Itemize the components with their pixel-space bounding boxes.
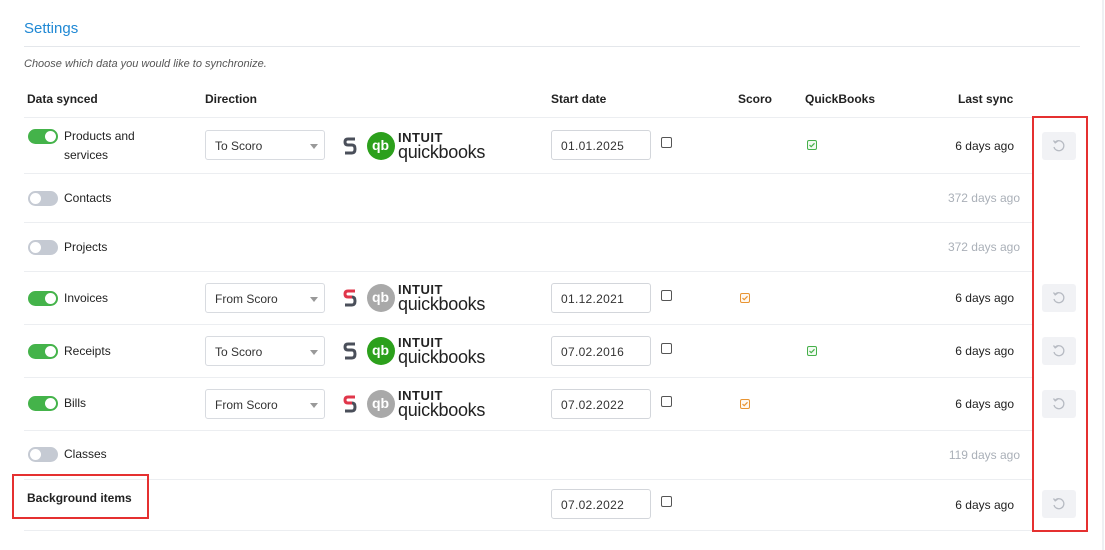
direction-select-invoices[interactable]: From Scoro <box>205 283 325 313</box>
sync-toggle-projects[interactable] <box>28 240 58 255</box>
row-label-invoices: Invoices <box>64 291 109 305</box>
quickbooks-wordmark: quickbooks <box>398 142 486 162</box>
last-sync-projects: 372 days ago <box>947 240 1020 254</box>
direction-select-products[interactable]: To Scoro <box>205 130 325 160</box>
scoro-check-icon <box>740 293 750 303</box>
toggle-knob <box>45 346 56 357</box>
sync-toggle-invoices[interactable] <box>28 291 58 306</box>
header-data-synced: Data synced <box>27 92 98 106</box>
start-date-checkbox[interactable] <box>661 137 672 148</box>
start-date-value: 01.01.2025 <box>561 139 625 153</box>
start-date-input-receipts[interactable]: 07.02.2016 <box>551 336 651 366</box>
toggle-knob <box>30 449 41 460</box>
toggle-knob <box>30 193 41 204</box>
qb-mark-text: qb <box>372 342 390 358</box>
scoro-logo-icon <box>343 342 357 360</box>
scoro-logo-icon <box>343 137 357 155</box>
start-date-checkbox[interactable] <box>661 496 672 507</box>
last-sync-invoices: 6 days ago <box>955 291 1014 305</box>
last-sync-bills: 6 days ago <box>955 397 1014 411</box>
quickbooks-mark-icon: qb <box>367 337 395 365</box>
quickbooks-check-icon <box>807 346 817 356</box>
header-direction: Direction <box>205 92 258 106</box>
chevron-down-icon <box>310 403 318 408</box>
title-divider <box>24 46 1080 47</box>
toggle-knob <box>45 131 56 142</box>
start-date-input-invoices[interactable]: 01.12.2021 <box>551 283 651 313</box>
highlight-background-items <box>12 474 149 519</box>
last-sync-classes: 119 days ago <box>948 448 1020 462</box>
quickbooks-wordmark: quickbooks <box>398 347 486 367</box>
sync-toggle-classes[interactable] <box>28 447 58 462</box>
row-label-bills: Bills <box>64 396 87 410</box>
page-subtitle: Choose which data you would like to sync… <box>24 58 267 70</box>
quickbooks-check-icon <box>807 140 817 150</box>
direction-value: From Scoro <box>215 398 278 412</box>
quickbooks-mark-icon: qb <box>367 390 395 418</box>
qb-mark-text: qb <box>372 137 390 153</box>
start-date-value: 07.02.2016 <box>561 345 625 359</box>
direction-select-bills[interactable]: From Scoro <box>205 389 325 419</box>
direction-value: From Scoro <box>215 292 278 306</box>
row-label-classes: Classes <box>64 447 107 461</box>
row-divider <box>24 430 1034 431</box>
quickbooks-wordmark: quickbooks <box>398 294 486 314</box>
toggle-knob <box>45 293 56 304</box>
start-date-input-products[interactable]: 01.01.2025 <box>551 130 651 160</box>
start-date-input-background[interactable]: 07.02.2022 <box>551 489 651 519</box>
qb-mark-text: qb <box>372 395 390 411</box>
start-date-value: 01.12.2021 <box>561 292 625 306</box>
row-divider <box>24 530 1034 531</box>
row-label-contacts: Contacts <box>64 191 112 205</box>
header-quickbooks: QuickBooks <box>805 92 876 106</box>
row-divider <box>24 117 1034 118</box>
header-last-sync: Last sync <box>958 92 1014 106</box>
chevron-down-icon <box>310 144 318 149</box>
chevron-down-icon <box>310 297 318 302</box>
row-divider <box>24 271 1034 272</box>
row-divider <box>24 377 1034 378</box>
last-sync-contacts: 372 days ago <box>947 191 1020 205</box>
last-sync-background: 6 days ago <box>955 498 1014 512</box>
sync-toggle-receipts[interactable] <box>28 344 58 359</box>
start-date-value: 07.02.2022 <box>561 398 625 412</box>
start-date-checkbox[interactable] <box>661 290 672 301</box>
direction-select-receipts[interactable]: To Scoro <box>205 336 325 366</box>
direction-value: To Scoro <box>215 345 263 359</box>
start-date-checkbox[interactable] <box>661 396 672 407</box>
row-label-receipts: Receipts <box>64 344 111 358</box>
qb-mark-text: qb <box>372 289 390 305</box>
row-label-projects: Projects <box>64 240 108 254</box>
last-sync-products: 6 days ago <box>955 139 1014 153</box>
start-date-value: 07.02.2022 <box>561 498 625 512</box>
highlight-reset-column <box>1032 116 1088 532</box>
row-label-products-line2: services <box>64 148 109 162</box>
scoro-logo-icon <box>343 395 357 413</box>
sync-toggle-products[interactable] <box>28 129 58 144</box>
chevron-down-icon <box>310 350 318 355</box>
sync-settings-page: Settings Choose which data you would lik… <box>0 0 1105 550</box>
quickbooks-mark-icon: qb <box>367 132 395 160</box>
sync-toggle-bills[interactable] <box>28 396 58 411</box>
panel-edge <box>1102 0 1104 550</box>
toggle-knob <box>45 398 56 409</box>
scoro-check-icon <box>740 399 750 409</box>
row-divider <box>24 324 1034 325</box>
row-divider <box>24 173 1034 174</box>
header-start-date: Start date <box>551 92 607 106</box>
scoro-logo-icon <box>343 289 357 307</box>
row-label-products-line1: Products and <box>64 129 135 143</box>
start-date-checkbox[interactable] <box>661 343 672 354</box>
quickbooks-wordmark: quickbooks <box>398 400 486 420</box>
last-sync-receipts: 6 days ago <box>955 344 1014 358</box>
direction-value: To Scoro <box>215 139 263 153</box>
row-divider <box>24 479 1034 480</box>
sync-toggle-contacts[interactable] <box>28 191 58 206</box>
header-scoro: Scoro <box>738 92 773 106</box>
toggle-knob <box>30 242 41 253</box>
start-date-input-bills[interactable]: 07.02.2022 <box>551 389 651 419</box>
page-title: Settings <box>24 20 79 37</box>
row-divider <box>24 222 1034 223</box>
quickbooks-mark-icon: qb <box>367 284 395 312</box>
